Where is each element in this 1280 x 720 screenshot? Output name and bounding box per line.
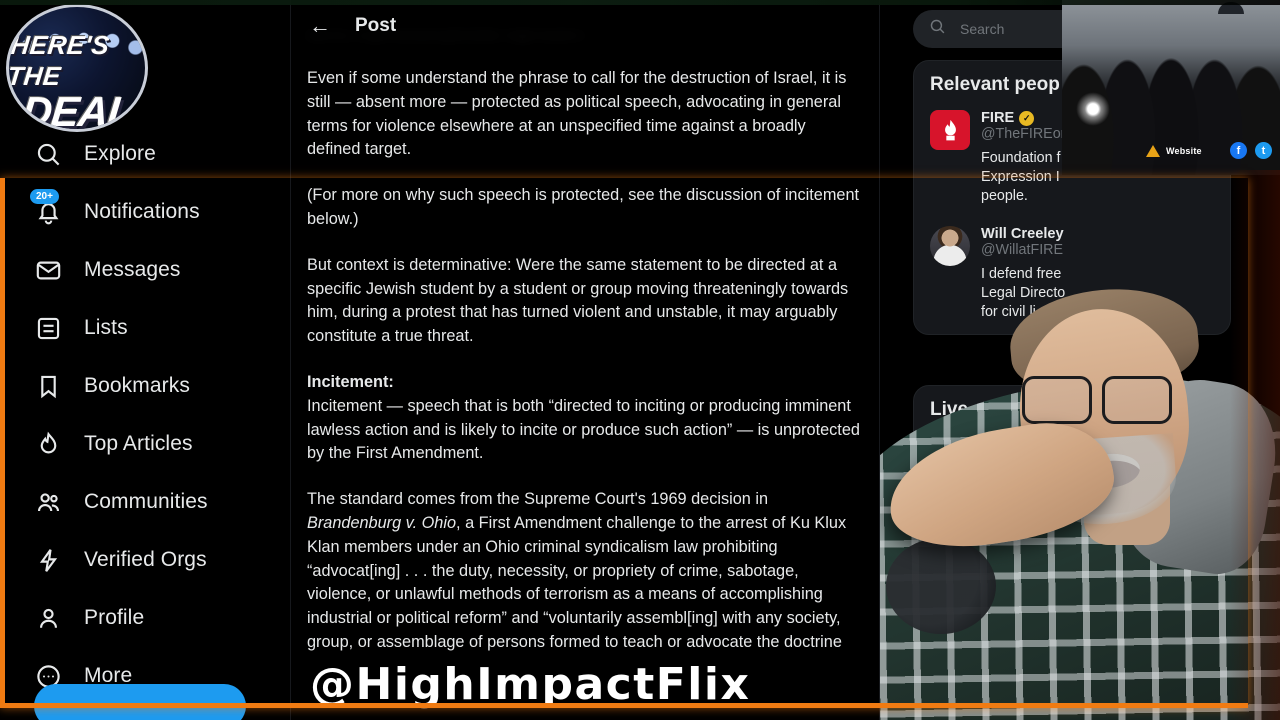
post-paragraph-2: (For more on why such speech is protecte…: [307, 186, 860, 228]
standard-intro: The standard comes from the Supreme Cour…: [307, 490, 769, 509]
facebook-icon: f: [1230, 142, 1247, 159]
verified-badge-icon: ✓: [1019, 110, 1035, 126]
search-icon: [929, 18, 946, 40]
sidebar-label-verified-orgs: Verified Orgs: [84, 548, 207, 571]
page-title: Post: [355, 15, 397, 36]
video-frame: HERE'S THE DEAL Explore 20+ Notification…: [0, 0, 1280, 720]
presenter-glasses: [1022, 376, 1172, 424]
bookmark-icon: [32, 370, 64, 402]
sidebar-item-communities[interactable]: Communities: [0, 473, 290, 531]
primary-nav: Explore 20+ Notifications Messages Lists…: [0, 125, 290, 705]
left-sidebar: HERE'S THE DEAL Explore 20+ Notification…: [0, 0, 290, 720]
post-standard-block: The standard comes from the Supreme Cour…: [307, 488, 863, 655]
post-paragraph-3: But context is determinative: Were the s…: [307, 255, 849, 346]
fire-logo-avatar: [930, 110, 970, 150]
post-incitement-block: Incitement: Incitement — speech that is …: [307, 371, 863, 466]
incitement-heading: Incitement:: [307, 372, 394, 391]
logo-line-1: HERE'S THE: [6, 30, 112, 92]
presenter-webcam-overlay: [880, 160, 1280, 720]
presenter-microphone: [886, 538, 996, 634]
lens-flare: [1076, 92, 1110, 126]
post-header: ← Post: [291, 0, 879, 52]
sidebar-item-explore[interactable]: Explore: [0, 125, 290, 183]
post-text-body: alone, is protected political expression…: [291, 34, 879, 677]
post-column: ← Post alone, is protected political exp…: [290, 0, 880, 720]
lightning-icon: [32, 544, 64, 576]
standard-rest: , a First Amendment challenge to the arr…: [307, 513, 847, 651]
compose-post-button[interactable]: [34, 684, 246, 720]
channel-watermark: @HighImpactFlix: [310, 659, 751, 710]
flame-icon: [32, 428, 64, 460]
triangle-icon: [1146, 145, 1160, 157]
list-icon: [32, 312, 64, 344]
twitter-icon: t: [1255, 142, 1272, 159]
search-icon: [32, 138, 64, 170]
sidebar-item-lists[interactable]: Lists: [0, 299, 290, 357]
sidebar-label-bookmarks: Bookmarks: [84, 374, 190, 397]
top-edge-tint: [0, 0, 1280, 5]
sidebar-item-notifications[interactable]: 20+ Notifications: [0, 183, 290, 241]
sidebar-label-messages: Messages: [84, 258, 181, 281]
inset-soldier-video: Website f t: [1062, 0, 1280, 175]
sidebar-label-profile: Profile: [84, 606, 145, 629]
sidebar-item-messages[interactable]: Messages: [0, 241, 290, 299]
incitement-body: Incitement — speech that is both “direct…: [307, 396, 860, 463]
search-placeholder: Search: [960, 21, 1005, 37]
sidebar-item-top-articles[interactable]: Top Articles: [0, 415, 290, 473]
post-paragraph-1: Even if some understand the phrase to ca…: [307, 69, 847, 159]
sidebar-item-profile[interactable]: Profile: [0, 589, 290, 647]
logo-line-2: DEAL: [19, 88, 135, 132]
sidebar-item-verified-orgs[interactable]: Verified Orgs: [0, 531, 290, 589]
sidebar-label-explore: Explore: [84, 142, 156, 165]
person-name: FIRE: [981, 110, 1015, 126]
sidebar-label-communities: Communities: [84, 490, 208, 513]
sidebar-label-top-articles: Top Articles: [84, 432, 193, 455]
notifications-badge: 20+: [30, 189, 59, 204]
back-arrow-icon[interactable]: ←: [309, 15, 331, 37]
website-label: Website: [1166, 146, 1202, 156]
inset-social-icons: f t: [1230, 142, 1272, 159]
envelope-icon: [32, 254, 64, 286]
sidebar-label-notifications: Notifications: [84, 200, 200, 223]
heres-the-deal-logo: HERE'S THE DEAL: [6, 4, 148, 132]
person-icon: [32, 602, 64, 634]
case-name: Brandenburg v. Ohio: [307, 513, 457, 532]
people-icon: [32, 486, 64, 518]
sidebar-label-lists: Lists: [84, 316, 128, 339]
sidebar-item-bookmarks[interactable]: Bookmarks: [0, 357, 290, 415]
